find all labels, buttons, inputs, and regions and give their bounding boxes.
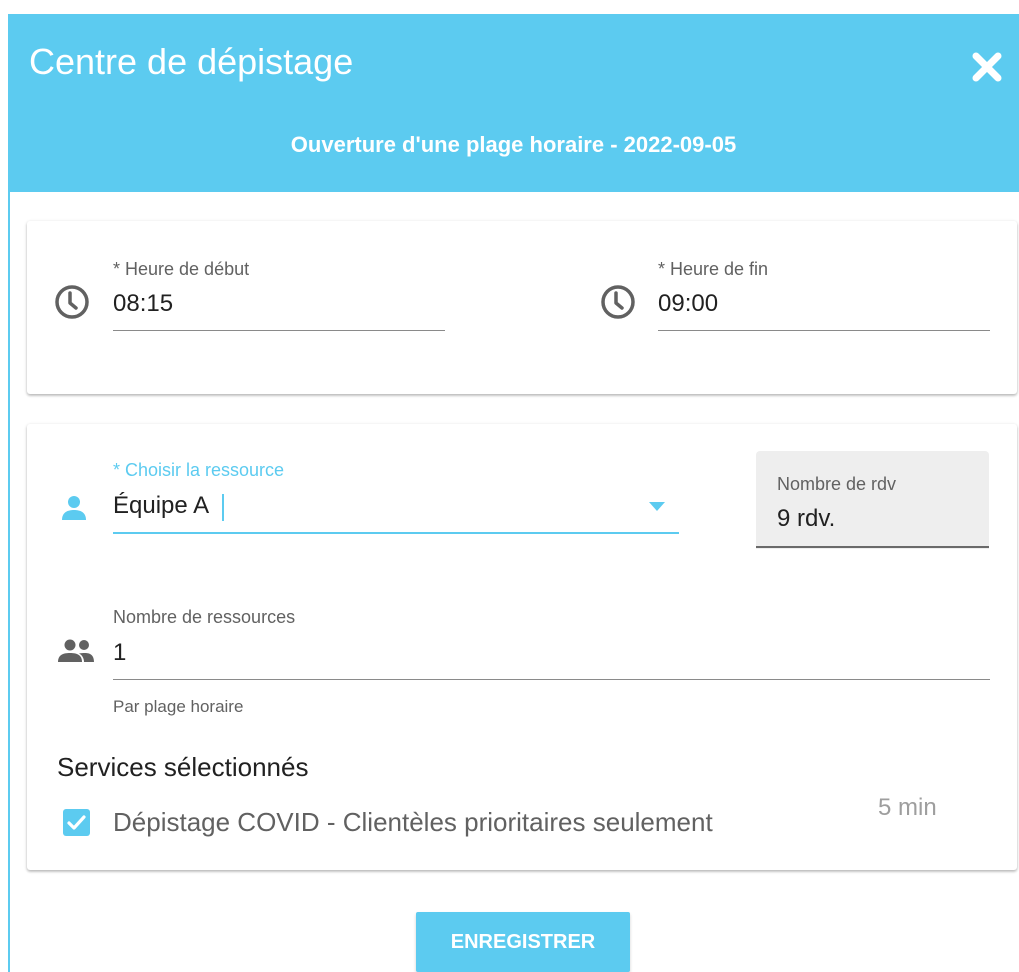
text-caret bbox=[222, 494, 224, 521]
end-time-label: * Heure de fin bbox=[658, 259, 769, 279]
person-icon bbox=[62, 496, 86, 520]
time-range-card: * Heure de début 08:15 * Heure de fin 09… bbox=[27, 221, 1017, 394]
resource-count-label: Nombre de ressources bbox=[113, 607, 296, 627]
clock-icon bbox=[601, 285, 635, 319]
appointments-label: Nombre de rdv bbox=[777, 474, 897, 494]
dropdown-arrow-icon[interactable] bbox=[649, 502, 665, 512]
close-icon bbox=[972, 52, 1002, 82]
service-checkbox[interactable] bbox=[63, 809, 90, 836]
resource-count-underline bbox=[113, 679, 990, 680]
appointments-count-field: Nombre de rdv 9 rdv. bbox=[756, 451, 989, 549]
resource-underline bbox=[113, 532, 679, 534]
resource-card: * Choisir la ressource Équipe A Nombre d… bbox=[27, 424, 1017, 870]
dialog-subtitle: Ouverture d'une plage horaire - 2022-09-… bbox=[290, 132, 737, 157]
check-icon bbox=[67, 815, 86, 830]
resource-count-value[interactable]: 1 bbox=[113, 639, 126, 667]
close-button[interactable] bbox=[970, 50, 1004, 84]
start-time-value[interactable]: 08:15 bbox=[113, 290, 173, 318]
save-button[interactable]: ENREGISTRER bbox=[416, 912, 630, 972]
people-icon bbox=[58, 639, 94, 662]
end-time-value[interactable]: 09:00 bbox=[658, 290, 718, 318]
start-time-label: * Heure de début bbox=[113, 259, 250, 279]
clock-icon bbox=[55, 285, 89, 319]
resource-label: * Choisir la ressource bbox=[113, 460, 285, 480]
service-duration: 5 min bbox=[878, 794, 937, 821]
service-label: Dépistage COVID - Clientèles prioritaire… bbox=[113, 807, 713, 837]
dialog-header: Centre de dépistage Ouverture d'une plag… bbox=[8, 14, 1019, 192]
start-time-underline bbox=[113, 330, 445, 331]
resource-value[interactable]: Équipe A bbox=[113, 492, 209, 520]
resource-count-helper: Par plage horaire bbox=[113, 697, 244, 716]
services-title: Services sélectionnés bbox=[57, 752, 309, 782]
dialog-title: Centre de dépistage bbox=[29, 41, 354, 82]
appointments-underline bbox=[756, 546, 989, 548]
end-time-underline bbox=[658, 330, 990, 331]
appointments-value: 9 rdv. bbox=[777, 505, 836, 532]
